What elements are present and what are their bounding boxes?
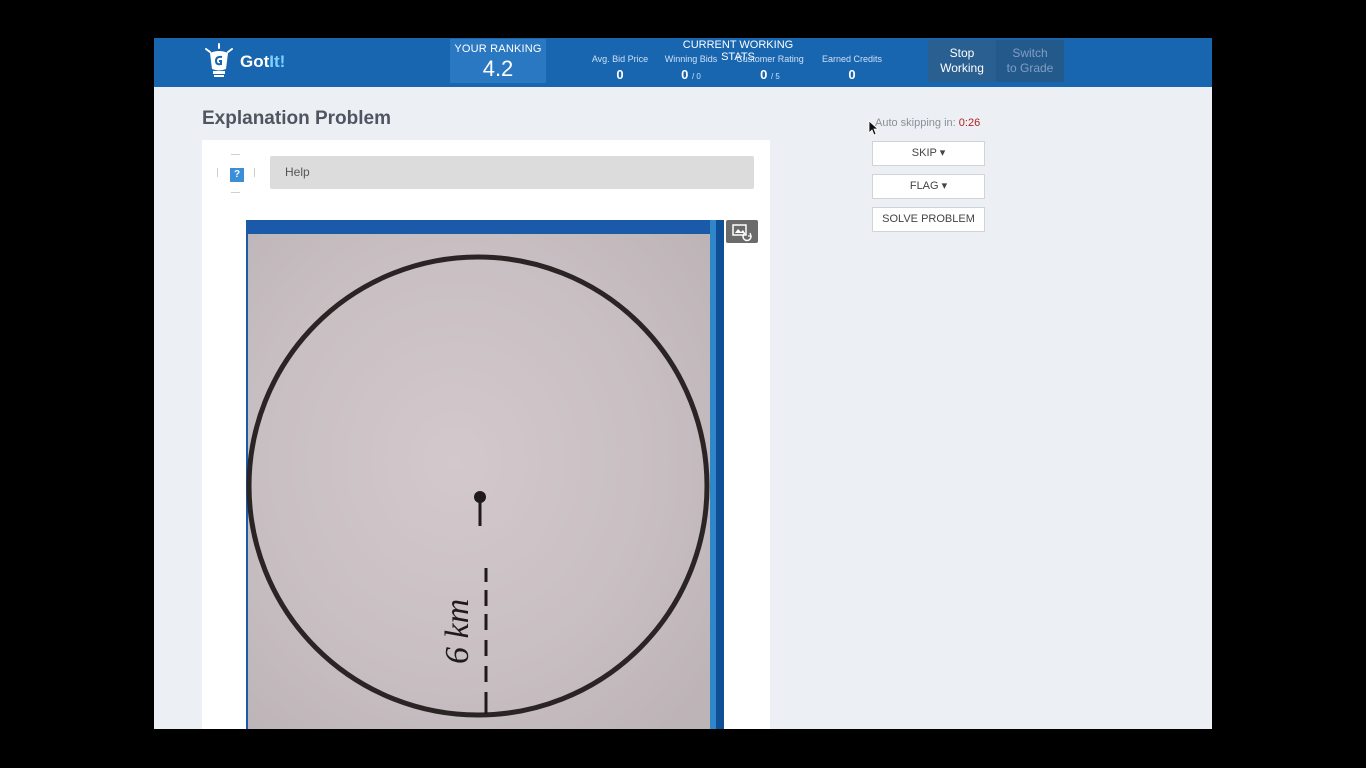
app-window: GotIt! YOUR RANKING 4.2 CURRENT WORKING … <box>154 38 1212 729</box>
stat-customer-rating: Customer Rating 0 / 5 <box>734 54 806 82</box>
stat-value: 0 <box>848 67 856 82</box>
stat-value: 0 <box>681 67 689 82</box>
gotit-logo[interactable]: GotIt! <box>202 43 285 81</box>
stat-earned-credits: Earned Credits 0 <box>820 54 884 82</box>
stat-label: Earned Credits <box>821 54 883 64</box>
divider-tick <box>231 154 240 155</box>
help-bar[interactable]: Help <box>270 156 754 189</box>
stop-label-line2: Working <box>940 61 984 75</box>
stat-value: 0 <box>760 67 768 82</box>
stat-suffix: / 5 <box>770 72 780 81</box>
stop-label-line1: Stop <box>949 46 975 60</box>
ranking-box: YOUR RANKING 4.2 <box>450 39 546 83</box>
problem-image: 6 km <box>246 220 724 729</box>
divider-tick <box>217 168 218 177</box>
question-icon[interactable]: ? <box>230 168 244 182</box>
auto-skip-timer: Auto skipping in: 0:26 <box>875 117 980 129</box>
solve-problem-button[interactable]: SOLVE PROBLEM <box>872 207 985 232</box>
lightbulb-logo-icon <box>205 43 233 77</box>
switch-label-line1: Switch <box>1012 46 1048 60</box>
stat-label: Avg. Bid Price <box>591 54 649 64</box>
stat-winning-bids: Winning Bids 0 / 0 <box>660 54 722 82</box>
stat-label: Winning Bids <box>664 54 718 64</box>
problem-card: ? Help 6 km <box>202 140 770 729</box>
switch-to-grade-button[interactable]: Switch to Grade <box>996 40 1064 82</box>
divider-tick <box>254 168 255 177</box>
page-title: Explanation Problem <box>202 108 391 129</box>
logo-text-it: It! <box>269 52 286 71</box>
stat-suffix: / 0 <box>691 72 701 81</box>
mouse-cursor-icon <box>868 120 878 136</box>
auto-skip-label: Auto skipping in: <box>875 117 956 129</box>
switch-label-line2: to Grade <box>1006 61 1054 75</box>
radius-annotation: 6 km <box>439 599 476 664</box>
ranking-label: YOUR RANKING <box>454 43 542 55</box>
top-bar: GotIt! YOUR RANKING 4.2 CURRENT WORKING … <box>154 38 1212 87</box>
help-row: ? Help <box>216 154 756 194</box>
auto-skip-time: 0:26 <box>958 117 981 129</box>
divider-tick <box>231 192 240 193</box>
skip-button[interactable]: SKIP ▾ <box>872 141 985 166</box>
stat-value: 0 <box>616 67 624 82</box>
stat-avg-bid-price: Avg. Bid Price 0 <box>591 54 649 82</box>
flag-button[interactable]: FLAG ▾ <box>872 174 985 199</box>
stop-working-button[interactable]: Stop Working <box>928 40 996 82</box>
logo-text-got: Got <box>240 52 270 71</box>
image-rotate-icon[interactable] <box>726 220 758 243</box>
stat-label: Customer Rating <box>736 54 804 64</box>
ranking-value: 4.2 <box>482 56 514 81</box>
